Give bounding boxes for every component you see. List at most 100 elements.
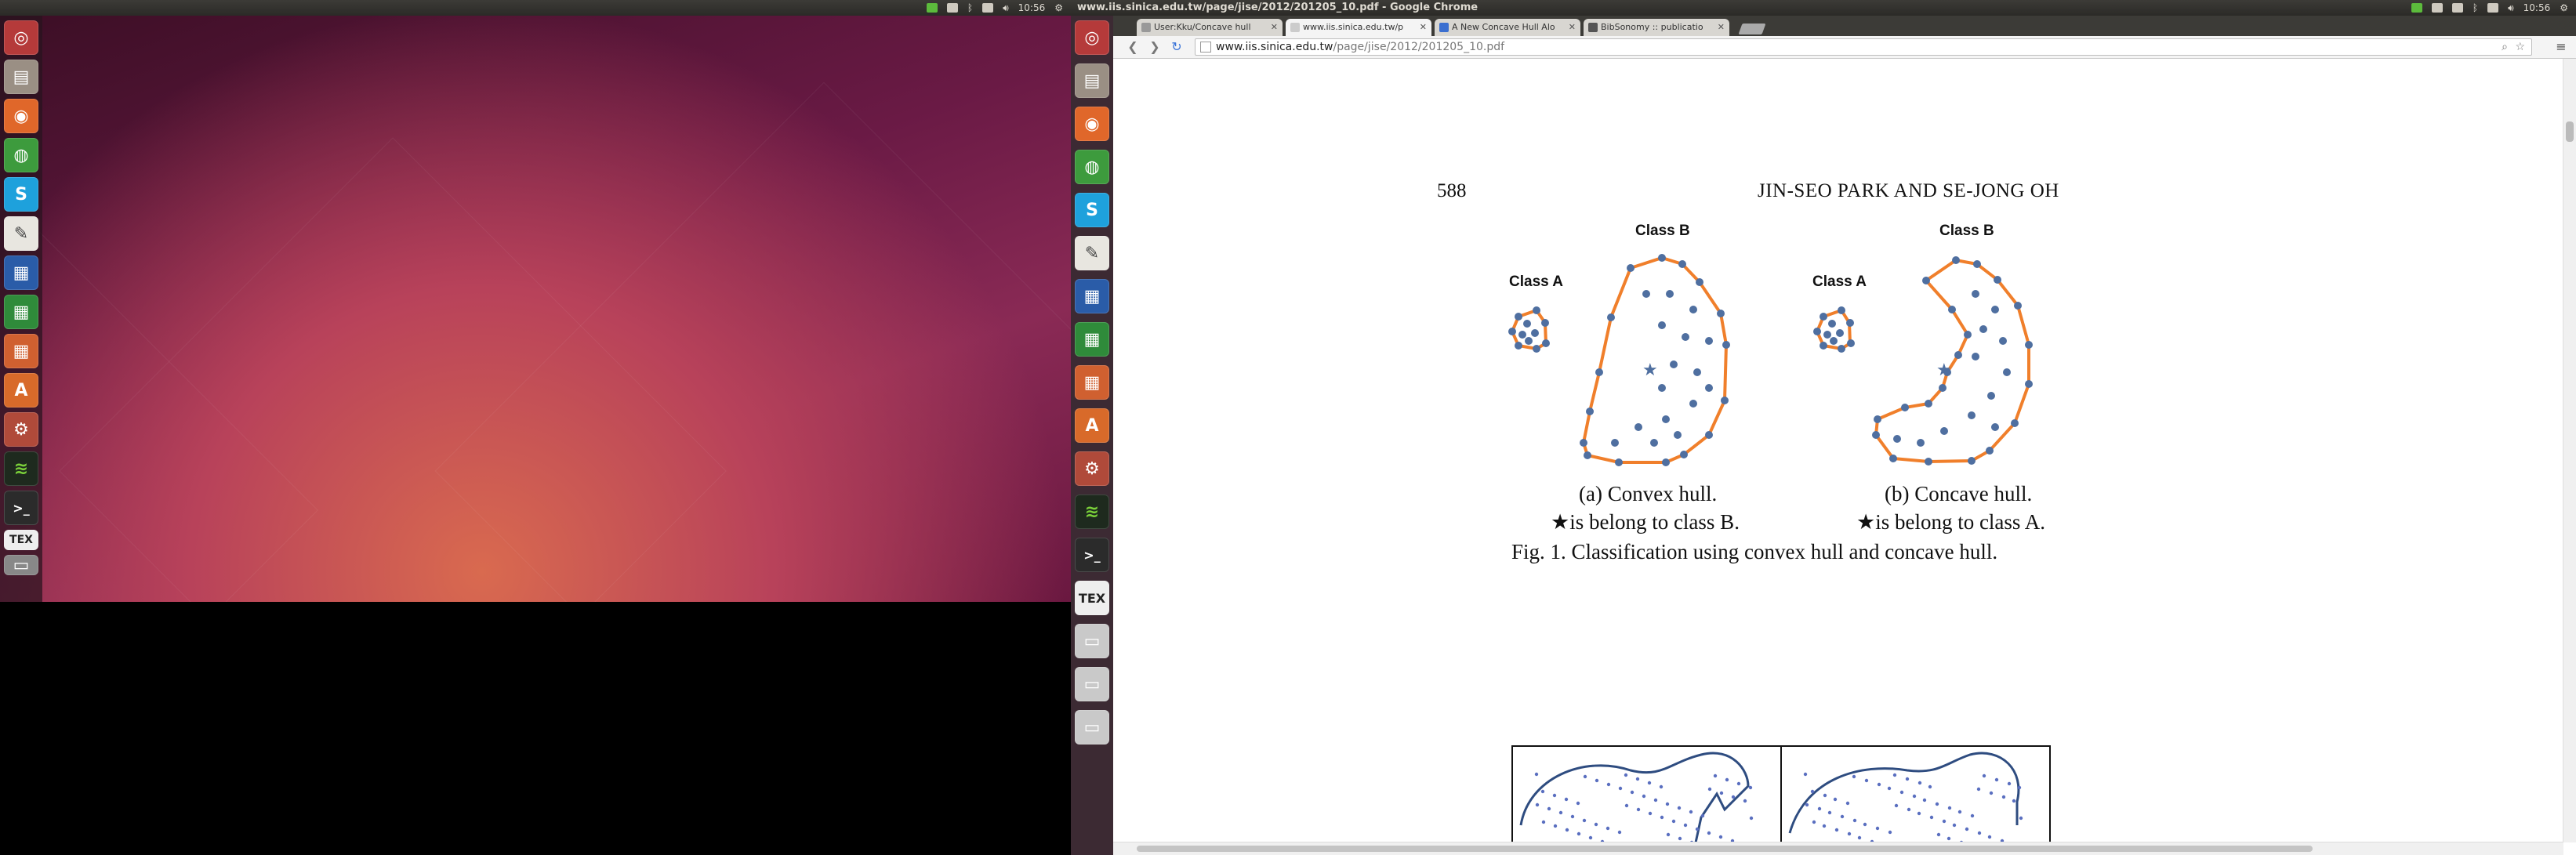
drive-icon[interactable]: ▭: [1075, 710, 1109, 745]
data-point: [1928, 784, 1932, 789]
vertical-scrollbar[interactable]: [2563, 59, 2576, 842]
data-point: [1820, 342, 1827, 350]
menu-icon[interactable]: ≡: [2552, 38, 2570, 56]
settings-gear-icon[interactable]: ⚙: [2560, 0, 2568, 16]
right-top-panel: www.iis.sinica.edu.tw/page/jise/2012/201…: [1071, 0, 2576, 16]
back-button[interactable]: ❮: [1124, 38, 1141, 56]
impress-icon[interactable]: ▦: [1075, 365, 1109, 400]
data-point: [1576, 831, 1581, 836]
terminal-icon[interactable]: >_: [1075, 538, 1109, 572]
address-bar[interactable]: www.iis.sinica.edu.tw/page/jise/2012/201…: [1195, 38, 2532, 56]
data-point: [1515, 313, 1522, 321]
terminal-icon[interactable]: >_: [4, 491, 38, 525]
chrome-icon[interactable]: ◍: [4, 138, 38, 172]
data-point: [1658, 321, 1666, 329]
scroll-thumb[interactable]: [1137, 846, 2313, 852]
tex-icon[interactable]: TEX: [1075, 581, 1109, 615]
data-point: [1999, 337, 2007, 345]
indicator-icon[interactable]: [926, 3, 938, 13]
firefox-icon[interactable]: ◉: [4, 99, 38, 133]
pdf-viewer[interactable]: 588 JIN-SEO PARK AND SE-JONG OH Class B …: [1113, 59, 2576, 855]
data-point: [1662, 415, 1670, 423]
chrome-icon[interactable]: ◍: [1075, 150, 1109, 184]
impress-icon[interactable]: ▦: [4, 334, 38, 368]
bluetooth-icon[interactable]: ᛒ: [967, 0, 973, 16]
spotify-icon[interactable]: ≋: [1075, 495, 1109, 529]
close-tab-icon[interactable]: ✕: [1420, 19, 1427, 36]
wikipedia-favicon-icon: [1141, 23, 1151, 32]
tab-pdf[interactable]: www.iis.sinica.edu.tw/p ✕: [1286, 19, 1431, 36]
firefox-icon[interactable]: ◉: [1075, 107, 1109, 141]
data-point: [1845, 801, 1850, 806]
writer-icon[interactable]: ▦: [4, 255, 38, 290]
data-point: [1935, 802, 1939, 806]
data-point: [1994, 777, 1999, 782]
tab-concave-hull[interactable]: A New Concave Hull Alo ✕: [1435, 19, 1580, 36]
data-point: [1647, 781, 1652, 785]
drive-icon[interactable]: ▭: [1075, 624, 1109, 658]
data-point: [1624, 773, 1628, 777]
software-center-icon[interactable]: A: [4, 373, 38, 408]
data-point: [1954, 351, 1962, 359]
clock[interactable]: 10:56: [2523, 0, 2551, 16]
bluetooth-icon[interactable]: ᛒ: [2473, 0, 2478, 16]
software-center-icon[interactable]: A: [1075, 408, 1109, 443]
data-point: [1653, 798, 1658, 802]
close-tab-icon[interactable]: ✕: [1718, 19, 1725, 36]
tab-bibsonomy[interactable]: BibSonomy :: publicatio ✕: [1584, 19, 1729, 36]
skype-icon[interactable]: S: [4, 177, 38, 212]
ubuntu-dash-icon[interactable]: ◎: [4, 20, 38, 55]
data-point: [1636, 807, 1641, 812]
ubuntu-dash-icon[interactable]: ◎: [1075, 20, 1109, 55]
data-point: [1823, 793, 1827, 798]
keyboard-icon[interactable]: [946, 3, 958, 13]
volume-icon[interactable]: 🔊︎: [2508, 0, 2514, 16]
indicator-icon[interactable]: [2411, 3, 2422, 13]
close-tab-icon[interactable]: ✕: [1271, 19, 1278, 36]
data-point: [1846, 319, 1854, 327]
zoom-icon[interactable]: ⌕: [2502, 39, 2508, 55]
data-point: [1570, 814, 1575, 819]
data-point: [1618, 786, 1623, 791]
text-editor-icon[interactable]: ✎: [4, 216, 38, 251]
new-tab-button[interactable]: [1738, 24, 1766, 34]
data-point: [1749, 816, 1754, 821]
data-point: [1634, 423, 1642, 431]
battery-icon[interactable]: [982, 3, 994, 13]
data-point: [1533, 345, 1540, 353]
settings-gear-icon[interactable]: ⚙: [1054, 0, 1063, 16]
battery-icon[interactable]: [2487, 3, 2499, 13]
horizontal-scrollbar[interactable]: [1113, 842, 2563, 855]
data-point: [1595, 778, 1599, 783]
clock[interactable]: 10:56: [1018, 0, 1046, 16]
volume-icon[interactable]: 🔊︎: [1003, 0, 1009, 16]
system-settings-icon[interactable]: ⚙: [1075, 451, 1109, 486]
calc-icon[interactable]: ▦: [4, 295, 38, 329]
spotify-icon[interactable]: ≋: [4, 451, 38, 486]
bookmark-star-icon[interactable]: ☆: [2515, 39, 2525, 55]
data-point: [1689, 400, 1697, 408]
files-icon[interactable]: ▤: [1075, 63, 1109, 98]
text-editor-icon[interactable]: ✎: [1075, 236, 1109, 270]
workspace-icon[interactable]: ▭: [4, 555, 38, 575]
tex-icon[interactable]: TEX: [4, 530, 38, 550]
data-point: [1525, 337, 1533, 345]
keyboard-icon[interactable]: [2451, 3, 2463, 13]
data-point: [1952, 823, 1957, 828]
system-settings-icon[interactable]: ⚙: [4, 412, 38, 447]
close-tab-icon[interactable]: ✕: [1569, 19, 1576, 36]
files-icon[interactable]: ▤: [4, 60, 38, 94]
drive-icon[interactable]: ▭: [1075, 667, 1109, 701]
tab-wikipedia[interactable]: User:Kku/Concave hull ✕: [1137, 19, 1283, 36]
reload-button[interactable]: ↻: [1168, 38, 1185, 56]
data-point: [1689, 306, 1697, 313]
data-point: [1947, 806, 1952, 810]
network-icon[interactable]: [2431, 3, 2443, 13]
writer-icon[interactable]: ▦: [1075, 279, 1109, 313]
forward-button[interactable]: ❯: [1146, 38, 1163, 56]
data-point: [1736, 781, 1741, 786]
scroll-thumb[interactable]: [2566, 121, 2574, 142]
calc-icon[interactable]: ▦: [1075, 322, 1109, 357]
tab-label: www.iis.sinica.edu.tw/p: [1303, 22, 1404, 32]
skype-icon[interactable]: S: [1075, 193, 1109, 227]
